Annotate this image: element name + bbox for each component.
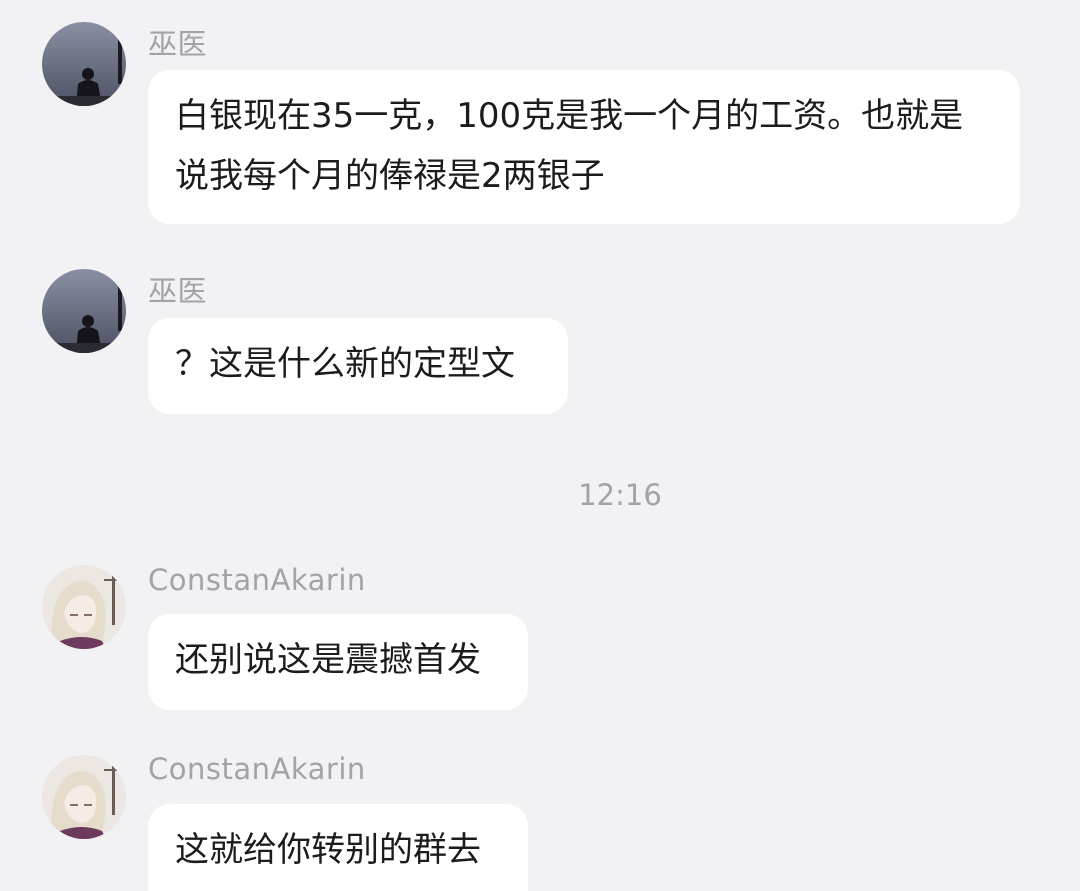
message-bubble[interactable]: ？这是什么新的定型文 [148,318,568,414]
silhouette-avatar-icon[interactable] [42,22,126,106]
message-text: ？这是什么新的定型文 [175,344,515,384]
anime-girl-avatar-icon[interactable] [42,565,126,649]
message-bubble[interactable]: 还别说这是震撼首发 [148,614,528,710]
anime-girl-avatar-icon[interactable] [42,755,126,839]
message-text: 还别说这是震撼首发 [175,640,481,680]
sender-name: 巫医 [148,274,208,308]
message-bubble[interactable]: 白银现在35一克，100克是我一个月的工资。也就是说我每个月的俸禄是2两银子 [148,70,1020,224]
timestamp: 12:16 [578,478,662,512]
silhouette-avatar-icon[interactable] [42,269,126,353]
chat-view: 巫医 白银现在35一克，100克是我一个月的工资。也就是说我每个月的俸禄是2两银… [0,0,1080,891]
message-text: 白银现在35一克，100克是我一个月的工资。也就是说我每个月的俸禄是2两银子 [175,96,964,196]
message-bubble[interactable]: 这就给你转别的群去 [148,804,528,891]
sender-name: ConstanAkarin [148,752,366,786]
sender-name: 巫医 [148,27,208,61]
sender-name: ConstanAkarin [148,563,366,597]
message-text: 这就给你转别的群去 [175,830,481,870]
